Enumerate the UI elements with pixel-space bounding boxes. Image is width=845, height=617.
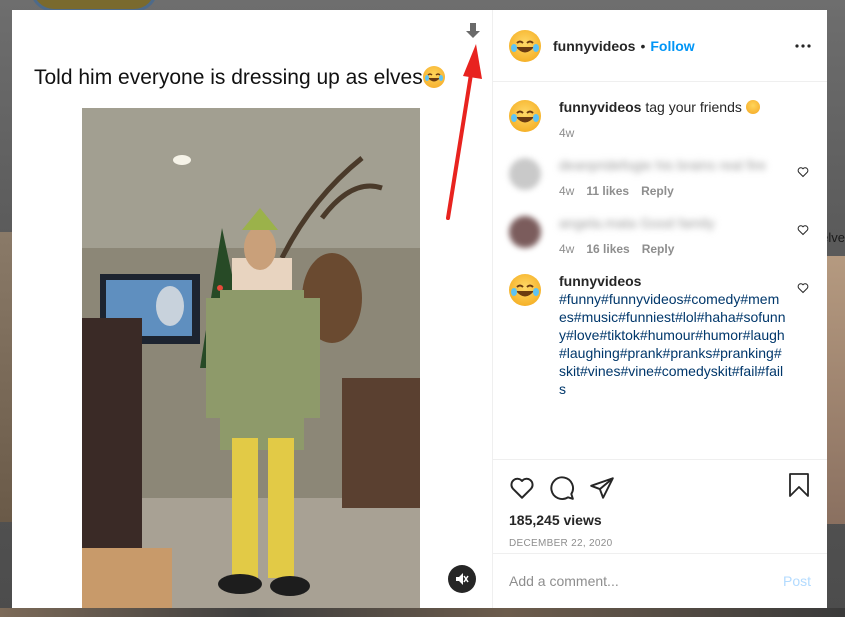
post-modal: Told him everyone is dressing up as elve… — [12, 10, 827, 608]
background-feed-strip — [0, 608, 845, 617]
comment-avatar[interactable] — [509, 216, 541, 248]
comment-message: tag your friends — [645, 99, 742, 115]
more-options-icon[interactable] — [795, 44, 811, 48]
comment-likes[interactable]: 16 likes — [586, 242, 629, 256]
mute-icon — [456, 573, 469, 585]
comments-list[interactable]: funnyvideos tag your friends 4w deanprid… — [493, 82, 827, 459]
mute-toggle-button[interactable] — [448, 565, 476, 593]
video-frame — [82, 108, 420, 608]
post-header: funnyvideos • Follow — [493, 10, 827, 82]
comment-avatar[interactable] — [509, 100, 541, 132]
background-thumbnail-right — [827, 256, 845, 524]
like-comment-heart-icon[interactable] — [797, 282, 809, 294]
comment-icon[interactable] — [549, 475, 575, 501]
comment-message: angela.mata Good family — [559, 215, 715, 231]
comment-body: deanpridefogie his brains real fire 4w 1… — [559, 156, 811, 198]
comment-text: funnyvideos tag your friends — [559, 98, 787, 116]
comment-likes[interactable]: 11 likes — [586, 184, 629, 198]
post-side-panel: funnyvideos • Follow funnyvideos tag you… — [492, 10, 827, 608]
comment-username[interactable]: funnyvideos — [559, 273, 641, 289]
comment-text: funnyvideos #funny#funnyvideos#comedy#me… — [559, 272, 787, 398]
comment-username[interactable]: funnyvideos — [559, 99, 641, 115]
laughing-emoji-icon — [511, 40, 539, 52]
like-comment-heart-icon[interactable] — [797, 166, 809, 178]
comment-body: funnyvideos #funny#funnyvideos#comedy#me… — [559, 272, 811, 398]
comment-avatar[interactable] — [509, 274, 541, 306]
heart-icon[interactable] — [509, 475, 535, 501]
post-media: Told him everyone is dressing up as elve… — [12, 10, 492, 608]
follow-button[interactable]: Follow — [650, 38, 694, 54]
action-icon-row — [509, 468, 811, 508]
like-comment-heart-icon[interactable] — [797, 224, 809, 236]
view-count[interactable]: 185,245 views — [509, 512, 811, 528]
comment-meta: 4w 11 likes Reply — [559, 184, 787, 198]
comment-time[interactable]: 4w — [559, 184, 574, 198]
header-username[interactable]: funnyvideos — [553, 38, 635, 54]
laughing-emoji-icon — [422, 66, 445, 88]
comment-time[interactable]: 4w — [559, 242, 574, 256]
post-comment-button[interactable]: Post — [783, 573, 811, 589]
video-player[interactable] — [82, 108, 420, 608]
laughing-emoji-icon — [511, 284, 539, 297]
laughing-emoji-icon — [511, 110, 539, 123]
hashtag-list[interactable]: #funny#funnyvideos#comedy#memes#music#fu… — [559, 290, 787, 398]
share-icon[interactable] — [589, 475, 615, 501]
comment-composer: Post — [493, 553, 827, 608]
post-actions: 185,245 views DECEMBER 22, 2020 — [493, 459, 827, 553]
comment-avatar[interactable] — [509, 158, 541, 190]
profile-avatar[interactable] — [509, 29, 541, 62]
background-thumbnail — [0, 232, 12, 522]
download-icon[interactable] — [464, 22, 482, 40]
header-separator: • — [640, 37, 646, 54]
comment-body: angela.mata Good family 4w 16 likes Repl… — [559, 214, 811, 256]
comment-item: deanpridefogie his brains real fire 4w 1… — [509, 156, 811, 198]
bookmark-icon[interactable] — [787, 472, 811, 498]
comment-reply-button[interactable]: Reply — [642, 242, 675, 256]
comment-item: funnyvideos #funny#funnyvideos#comedy#me… — [509, 272, 811, 398]
comment-body: funnyvideos tag your friends 4w — [559, 98, 811, 140]
video-caption-text: Told him everyone is dressing up as elve… — [34, 66, 423, 89]
comment-time[interactable]: 4w — [559, 126, 574, 140]
comment-meta: 4w — [559, 126, 787, 140]
laughing-emoji-icon — [745, 100, 760, 114]
comment-reply-button[interactable]: Reply — [641, 184, 674, 198]
caption-comment: funnyvideos tag your friends 4w — [509, 98, 811, 140]
comment-message: deanpridefogie his brains real fire — [559, 157, 767, 173]
video-caption-overlay: Told him everyone is dressing up as elve… — [34, 66, 445, 90]
comment-meta: 4w 16 likes Reply — [559, 242, 787, 256]
comment-item: angela.mata Good family 4w 16 likes Repl… — [509, 214, 811, 256]
post-date[interactable]: DECEMBER 22, 2020 — [509, 538, 811, 549]
comment-input[interactable] — [509, 573, 783, 589]
